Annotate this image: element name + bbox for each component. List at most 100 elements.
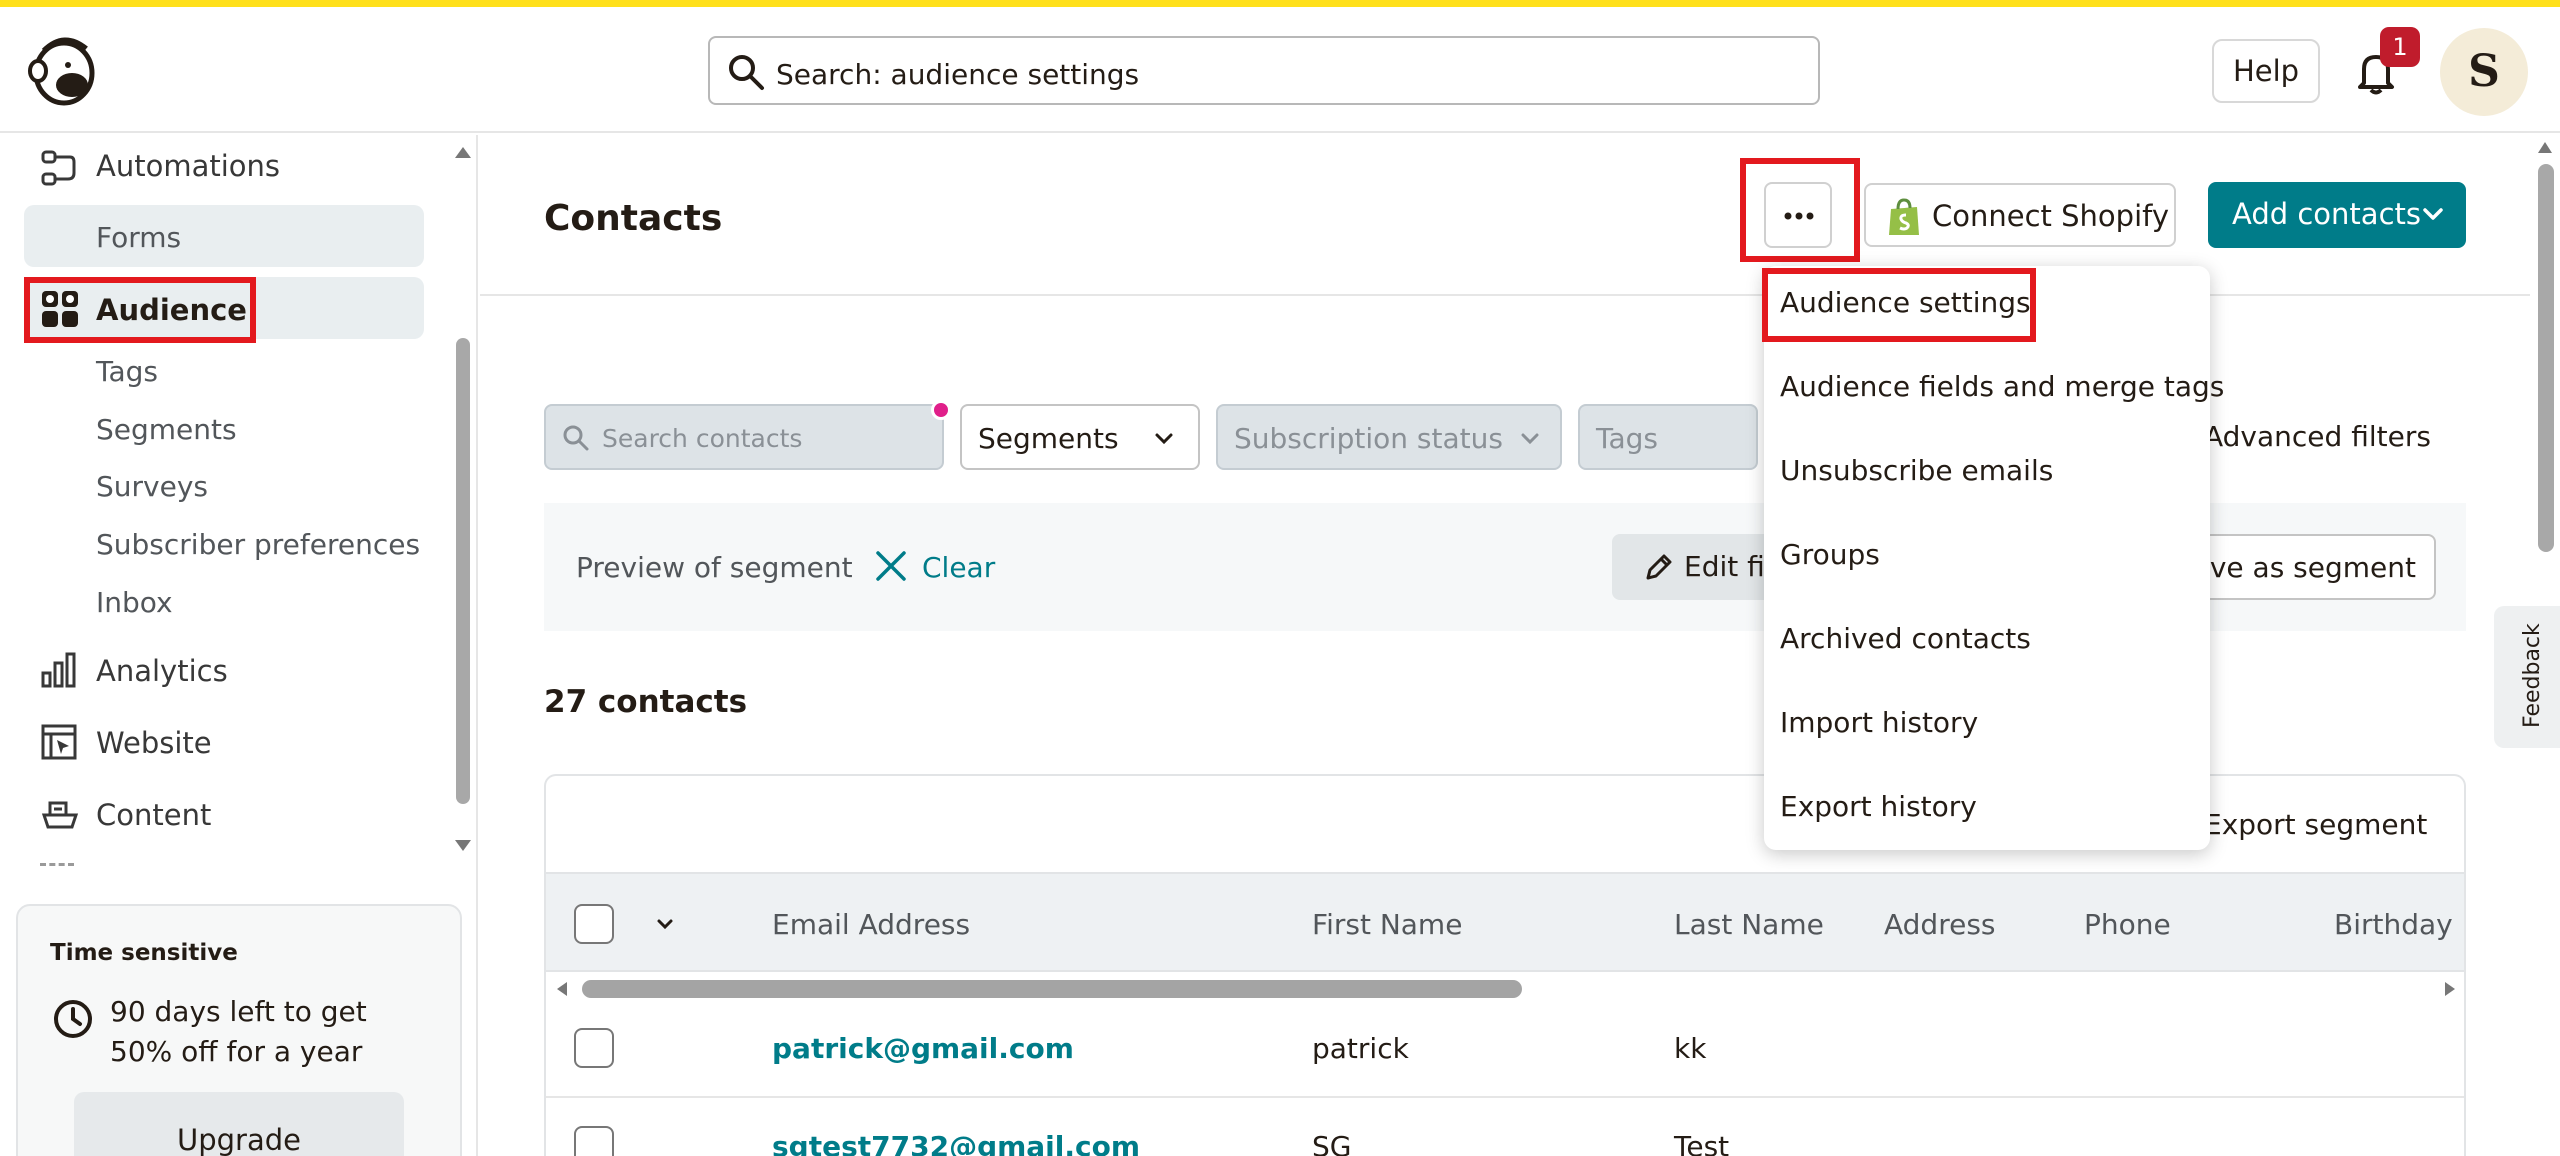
- edit-filters-label: Edit filters: [1684, 550, 1768, 583]
- preview-label: Preview of segment: [576, 551, 853, 584]
- table-row: patrick@gmail.com patrick kk: [546, 1002, 2464, 1098]
- scroll-left-icon[interactable]: [554, 980, 570, 998]
- mailchimp-logo-icon[interactable]: [24, 29, 104, 109]
- segments-select-label: Segments: [978, 422, 1119, 455]
- menu-item-archived-contacts[interactable]: Archived contacts: [1780, 622, 2031, 655]
- promo-card: Time sensitive 90 days left to get 50% o…: [16, 904, 462, 1156]
- website-icon: [40, 723, 78, 761]
- sidebar-item-segments[interactable]: Segments: [96, 413, 237, 446]
- contact-first-name: SG: [1312, 1130, 1352, 1156]
- chevron-down-icon[interactable]: [656, 918, 674, 930]
- connect-shopify-button[interactable]: Connect Shopify: [1864, 183, 2176, 247]
- page-title: Contacts: [544, 198, 723, 239]
- sidebar-item-forms-label: Forms: [96, 221, 182, 254]
- upgrade-button[interactable]: Upgrade: [74, 1092, 404, 1156]
- menu-item-import-history[interactable]: Import history: [1780, 706, 1978, 739]
- search-icon: [562, 424, 590, 452]
- contacts-count: 27 contacts: [544, 684, 748, 720]
- main-scrollbar-thumb[interactable]: [2538, 164, 2554, 552]
- sidebar-scroll-down-icon[interactable]: [452, 837, 474, 855]
- sidebar-item-analytics[interactable]: Analytics: [96, 654, 228, 688]
- sidebar-item-automations[interactable]: Automations: [96, 149, 280, 183]
- contact-email-link[interactable]: patrick@gmail.com: [772, 1032, 1074, 1065]
- notification-badge: 1: [2380, 27, 2420, 67]
- row-checkbox[interactable]: [574, 1126, 614, 1156]
- pencil-icon: [1644, 552, 1674, 582]
- scroll-up-icon[interactable]: [2536, 139, 2554, 155]
- clear-button[interactable]: Clear: [922, 551, 995, 584]
- tags-select[interactable]: Tags: [1578, 404, 1758, 470]
- menu-item-unsubscribe-emails[interactable]: Unsubscribe emails: [1780, 454, 2053, 487]
- chevron-down-icon: [1154, 432, 1174, 446]
- sidebar-item-forms[interactable]: [24, 205, 424, 267]
- sidebar-item-inbox[interactable]: Inbox: [96, 586, 173, 619]
- column-header-phone[interactable]: Phone: [2084, 908, 2171, 941]
- search-contacts-input[interactable]: Search contacts: [544, 404, 944, 470]
- menu-item-export-history[interactable]: Export history: [1780, 790, 1977, 823]
- contact-last-name: Test: [1674, 1130, 1730, 1156]
- sidebar-scrollbar-thumb[interactable]: [456, 338, 470, 804]
- add-contacts-label: Add contacts: [2232, 197, 2421, 231]
- select-all-checkbox[interactable]: [574, 904, 614, 944]
- column-header-birthday[interactable]: Birthday: [2334, 908, 2453, 941]
- highlight-box-audience: [24, 277, 256, 343]
- search-value: Search: audience settings: [776, 58, 1140, 91]
- menu-item-groups[interactable]: Groups: [1780, 538, 1880, 571]
- column-header-first-name[interactable]: First Name: [1312, 908, 1462, 941]
- tags-select-label: Tags: [1596, 422, 1658, 455]
- contact-last-name: kk: [1674, 1032, 1707, 1065]
- highlight-box-more-button: [1740, 158, 1860, 262]
- add-contacts-button[interactable]: Add contacts: [2208, 182, 2466, 248]
- shopify-bag-icon: [1886, 197, 1922, 237]
- column-header-address[interactable]: Address: [1884, 908, 1996, 941]
- sidebar-item-surveys[interactable]: Surveys: [96, 470, 208, 503]
- table-row: sgtest7732@gmail.com SG Test: [546, 1100, 2464, 1156]
- sidebar-item-subscriber-preferences[interactable]: Subscriber preferences: [96, 528, 420, 561]
- chevron-down-icon: [1520, 432, 1540, 446]
- sidebar-scroll-up-icon[interactable]: [452, 143, 474, 161]
- save-as-segment-label: Save as segment: [2174, 551, 2416, 584]
- promo-message: 90 days left to get 50% off for a year: [110, 995, 367, 1068]
- content-icon: [40, 795, 80, 833]
- search-icon: [726, 52, 766, 92]
- help-button[interactable]: Help: [2212, 39, 2320, 103]
- brand-stripe: [0, 0, 2560, 7]
- feedback-tab[interactable]: Feedback: [2494, 606, 2560, 748]
- chevron-down-icon: [2422, 206, 2444, 222]
- sidebar-item-content[interactable]: Content: [96, 798, 211, 832]
- top-bar: Search: audience settings Help 1 S: [0, 7, 2560, 133]
- sidebar-item-tags[interactable]: Tags: [96, 355, 158, 388]
- contact-first-name: patrick: [1312, 1032, 1409, 1065]
- sidebar-item-website[interactable]: Website: [96, 726, 212, 760]
- advanced-filters-link[interactable]: Advanced filters: [2204, 420, 2431, 453]
- close-icon[interactable]: [874, 549, 908, 583]
- column-header-email[interactable]: Email Address: [772, 908, 970, 941]
- save-as-segment-button[interactable]: Save as segment: [2196, 534, 2436, 600]
- search-contacts-placeholder: Search contacts: [602, 424, 803, 453]
- sidebar-overflow-indicator: [40, 863, 74, 866]
- highlight-box-audience-settings: [1762, 268, 2036, 342]
- analytics-icon: [40, 651, 78, 689]
- column-header-last-name[interactable]: Last Name: [1674, 908, 1824, 941]
- promo-heading: Time sensitive: [50, 940, 238, 966]
- search-indicator-dot: [931, 400, 951, 420]
- connect-shopify-label: Connect Shopify: [1932, 199, 2169, 233]
- global-search-input[interactable]: Search: audience settings: [708, 36, 1820, 105]
- table-horizontal-scrollbar[interactable]: [546, 974, 2464, 1002]
- export-segment-link[interactable]: Export segment: [2204, 808, 2427, 841]
- menu-item-audience-fields[interactable]: Audience fields and merge tags: [1780, 370, 2224, 403]
- header-divider: [480, 294, 2530, 296]
- clock-icon: [52, 998, 94, 1040]
- scroll-right-icon[interactable]: [2442, 980, 2458, 998]
- avatar[interactable]: S: [2440, 28, 2528, 116]
- subscription-status-select[interactable]: Subscription status: [1216, 404, 1562, 470]
- table-scrollbar-thumb[interactable]: [582, 980, 1522, 998]
- segments-select[interactable]: Segments: [960, 404, 1200, 470]
- subscription-status-label: Subscription status: [1234, 422, 1503, 455]
- edit-filters-button[interactable]: Edit filters: [1612, 534, 1772, 600]
- feedback-label: Feedback: [2520, 623, 2545, 728]
- more-options-menu: Audience settings Audience fields and me…: [1764, 266, 2224, 850]
- contact-email-link[interactable]: sgtest7732@gmail.com: [772, 1130, 1140, 1156]
- row-checkbox[interactable]: [574, 1028, 614, 1068]
- table-header: Email Address First Name Last Name Addre…: [546, 872, 2464, 972]
